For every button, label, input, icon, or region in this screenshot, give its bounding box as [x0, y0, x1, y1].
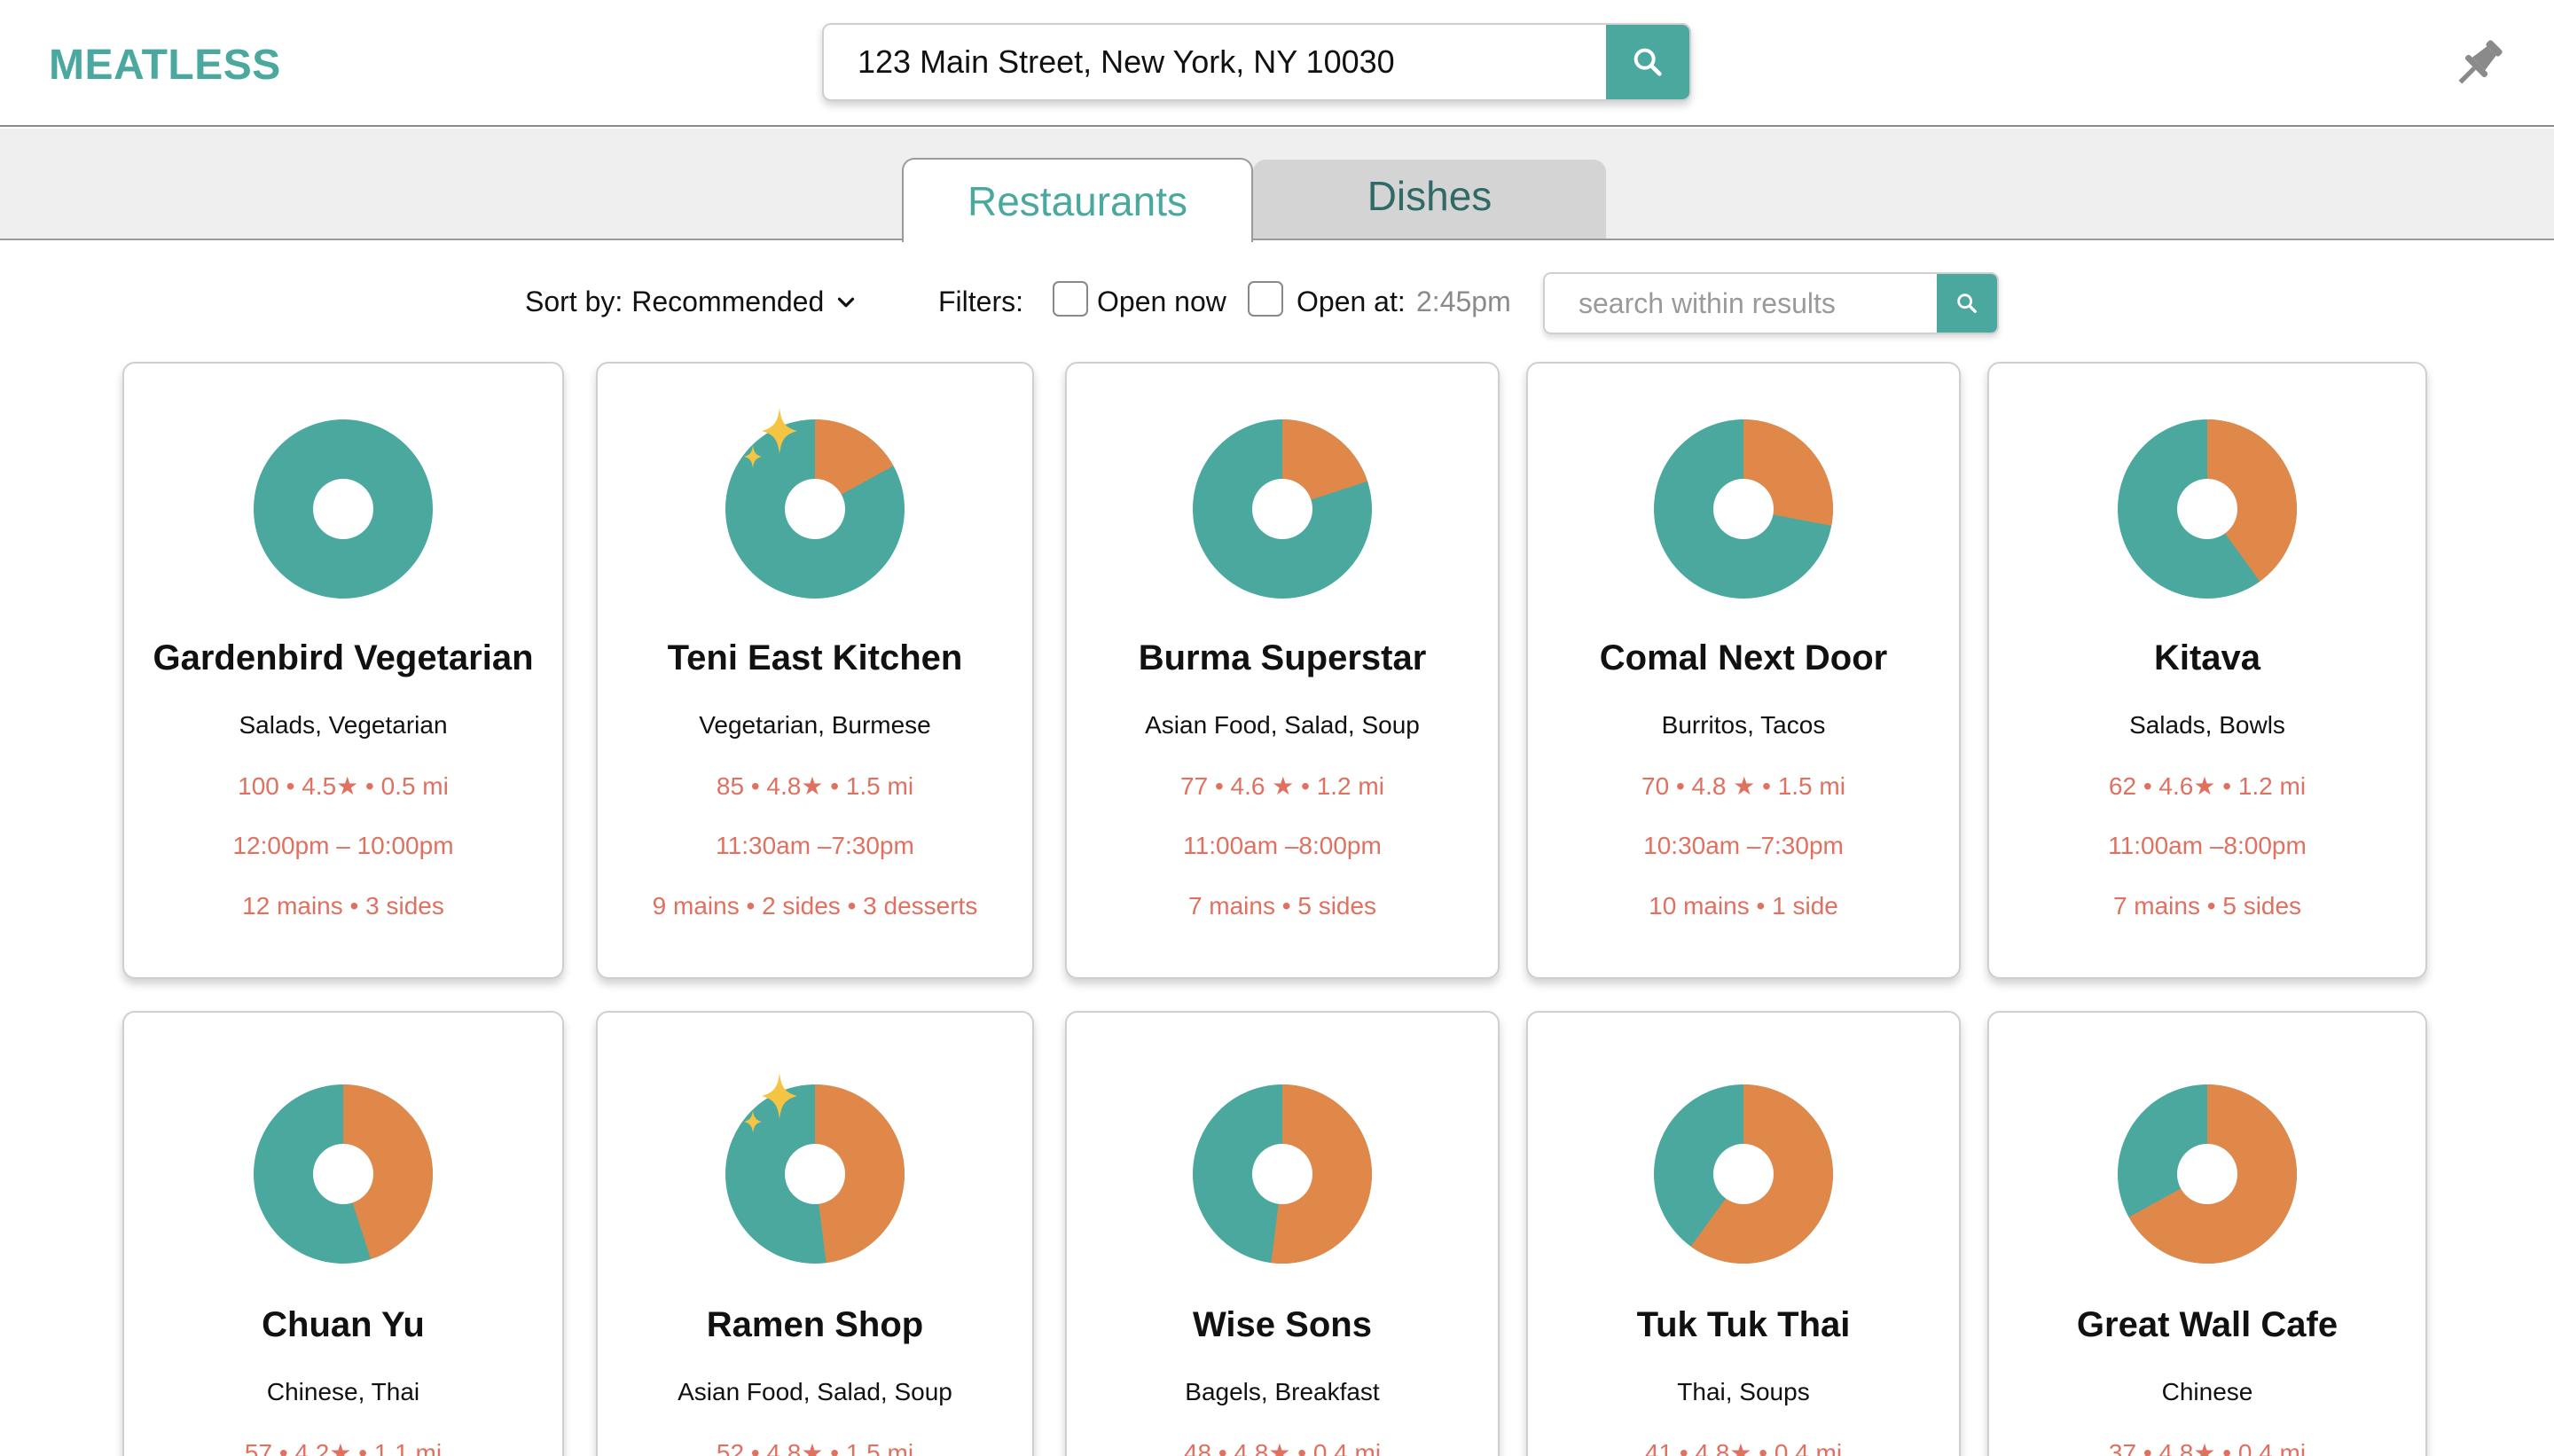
- results-search-button[interactable]: [1937, 274, 1997, 333]
- veg-ratio-donut: [253, 1084, 434, 1264]
- restaurant-rating-distance: 100 • 4.5★ • 0.5 mi: [238, 772, 449, 800]
- restaurant-name: Wise Sons: [1193, 1305, 1372, 1344]
- sort-dropdown[interactable]: Sort by: Recommended: [525, 286, 859, 318]
- results-controls: Sort by: Recommended Filters: Open now O…: [0, 266, 2554, 337]
- restaurant-card[interactable]: Great Wall Cafe Chinese 37 • 4.8★ • 0.4 mi: [1987, 1011, 2427, 1456]
- restaurant-name: Gardenbird Vegetarian: [153, 638, 534, 677]
- sort-prefix-label: Sort by:: [525, 286, 623, 317]
- restaurant-menu-counts: 7 mains • 5 sides: [1187, 892, 1377, 920]
- filters-label: Filters:: [938, 286, 1023, 317]
- restaurant-rating-distance: 37 • 4.8★ • 0.4 mi: [2108, 1439, 2307, 1456]
- tab-bar: Restaurants Dishes: [0, 129, 2554, 242]
- sparkle-icon: [739, 406, 801, 478]
- open-at-time[interactable]: 2:45pm: [1416, 286, 1511, 318]
- restaurant-cuisine: Burritos, Tacos: [1661, 711, 1826, 739]
- restaurant-rating-distance: 70 • 4.8 ★ • 1.5 mi: [1641, 772, 1845, 800]
- open-now-checkbox[interactable]: [1053, 281, 1088, 317]
- top-header: MEATLESS: [0, 0, 2554, 127]
- restaurant-card[interactable]: Wise Sons Bagels, Breakfast 48 • 4.8★ • 0.…: [1065, 1011, 1500, 1456]
- open-at-checkbox[interactable]: [1248, 281, 1283, 317]
- address-search-button[interactable]: [1606, 25, 1689, 99]
- restaurant-hours: 11:00am –8:00pm: [1183, 832, 1382, 859]
- veg-ratio-donut: [1653, 419, 1834, 599]
- open-now-label[interactable]: Open now: [1097, 286, 1226, 318]
- restaurant-name: Chuan Yu: [262, 1305, 425, 1344]
- address-input[interactable]: [824, 25, 1610, 99]
- restaurant-rating-distance: 77 • 4.6 ★ • 1.2 mi: [1180, 772, 1384, 800]
- restaurant-card[interactable]: Comal Next Door Burritos, Tacos 70 • 4.8 ★…: [1526, 362, 1961, 979]
- restaurant-card[interactable]: Tuk Tuk Thai Thai, Soups 41 • 4.8★ • 0.4 m…: [1526, 1011, 1961, 1456]
- restaurant-cuisine: Asian Food, Salad, Soup: [1145, 711, 1420, 739]
- restaurant-rating-distance: 52 • 4.8★ • 1.5 mi: [716, 1439, 914, 1456]
- restaurant-card[interactable]: Burma Superstar Asian Food, Salad, Soup 77…: [1065, 362, 1500, 979]
- restaurant-hours: 12:00pm – 10:00pm: [232, 832, 454, 859]
- tab-dishes[interactable]: Dishes: [1253, 160, 1606, 239]
- restaurant-card[interactable]: Chuan Yu Chinese, Thai 57 • 4.2★ • 1.1 mi: [122, 1011, 564, 1456]
- restaurant-hours: 11:30am –7:30pm: [716, 832, 914, 859]
- veg-ratio-donut: [2117, 419, 2298, 599]
- restaurant-card[interactable]: Ramen Shop Asian Food, Salad, Soup 52 • 4.…: [596, 1011, 1034, 1456]
- restaurant-hours: 11:00am –8:00pm: [2108, 832, 2307, 859]
- restaurant-cuisine: Chinese, Thai: [266, 1378, 420, 1405]
- restaurant-name: Comal Next Door: [1599, 638, 1888, 677]
- restaurant-card[interactable]: Kitava Salads, Bowls 62 • 4.6★ • 1.2 mi 11:…: [1987, 362, 2427, 979]
- search-icon: [1957, 294, 1977, 313]
- veg-ratio-donut: [2117, 1084, 2298, 1264]
- app-logo[interactable]: MEATLESS: [49, 41, 281, 90]
- restaurant-name: Burma Superstar: [1138, 638, 1427, 677]
- address-search-box: [822, 23, 1691, 101]
- restaurant-cuisine: Bagels, Breakfast: [1185, 1378, 1380, 1405]
- veg-ratio-donut: [253, 419, 434, 599]
- restaurant-rating-distance: 85 • 4.8★ • 1.5 mi: [716, 772, 914, 800]
- restaurant-card[interactable]: Gardenbird Vegetarian Salads, Vegetarian 1…: [122, 362, 564, 979]
- restaurant-menu-counts: 9 mains • 2 sides • 3 desserts: [652, 892, 978, 920]
- restaurant-menu-counts: 10 mains • 1 side: [1649, 892, 1838, 920]
- restaurant-cuisine: Salads, Bowls: [2129, 711, 2285, 739]
- restaurant-cuisine: Salads, Vegetarian: [239, 711, 448, 739]
- restaurant-name: Kitava: [2153, 638, 2261, 677]
- search-icon: [1633, 48, 1662, 76]
- restaurant-hours: 10:30am –7:30pm: [1643, 832, 1844, 859]
- restaurant-cuisine: Thai, Soups: [1677, 1378, 1810, 1405]
- restaurant-rating-distance: 41 • 4.8★ • 0.4 mi: [1644, 1439, 1843, 1456]
- restaurant-menu-counts: 7 mains • 5 sides: [2112, 892, 2302, 920]
- chevron-down-icon: [838, 297, 855, 307]
- restaurant-name: Ramen Shop: [706, 1305, 924, 1344]
- restaurant-menu-counts: 12 mains • 3 sides: [242, 892, 444, 920]
- veg-ratio-donut: [1192, 419, 1373, 599]
- restaurant-card[interactable]: Teni East Kitchen Vegetarian, Burmese 85 •…: [596, 362, 1034, 979]
- sort-value: Recommended: [631, 286, 825, 317]
- sparkle-icon: [739, 1071, 801, 1143]
- results-search-input[interactable]: [1545, 274, 1939, 333]
- restaurant-rating-distance: 48 • 4.8★ • 0.4 mi: [1183, 1439, 1382, 1456]
- tab-restaurants[interactable]: Restaurants: [902, 158, 1253, 242]
- restaurant-name: Tuk Tuk Thai: [1636, 1305, 1851, 1344]
- veg-ratio-donut: [1192, 1084, 1373, 1264]
- open-at-label[interactable]: Open at:: [1297, 286, 1406, 318]
- pin-icon[interactable]: [2448, 32, 2510, 96]
- restaurant-rating-distance: 62 • 4.6★ • 1.2 mi: [2108, 772, 2307, 800]
- restaurant-cuisine: Vegetarian, Burmese: [699, 711, 931, 739]
- restaurant-name: Great Wall Cafe: [2076, 1305, 2339, 1344]
- restaurant-name: Teni East Kitchen: [667, 638, 963, 677]
- restaurant-cuisine: Asian Food, Salad, Soup: [678, 1378, 952, 1405]
- restaurant-cuisine: Chinese: [2161, 1378, 2253, 1405]
- veg-ratio-donut: [1653, 1084, 1834, 1264]
- results-search-box: [1543, 272, 1999, 334]
- restaurant-rating-distance: 57 • 4.2★ • 1.1 mi: [244, 1439, 443, 1456]
